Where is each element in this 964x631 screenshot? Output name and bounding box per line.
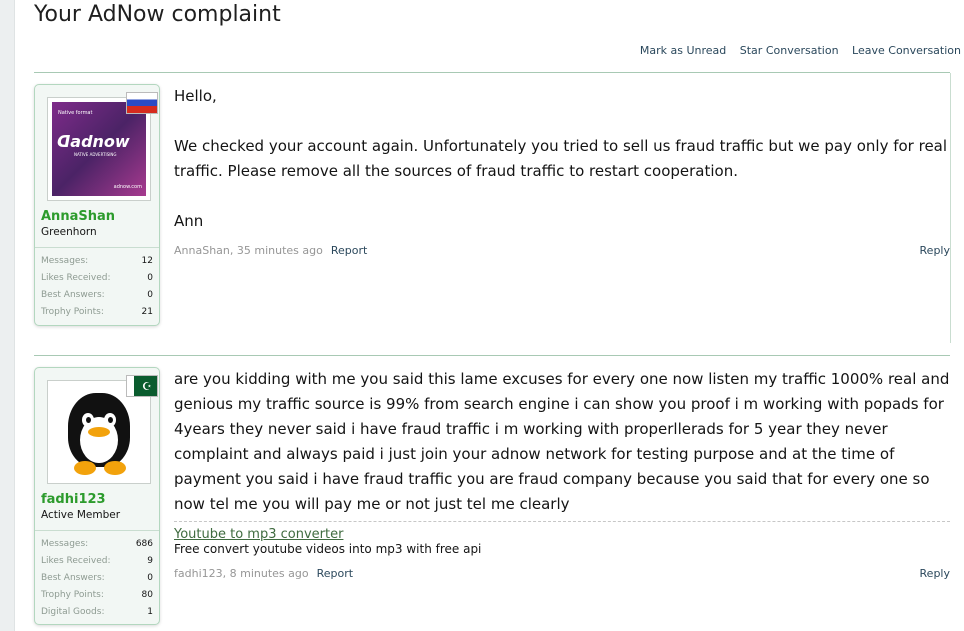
signature-link[interactable]: Youtube to mp3 converter xyxy=(174,527,343,542)
message-paragraph: We checked your account again. Unfortuna… xyxy=(174,137,948,180)
message-author-date[interactable]: fadhi123, 8 minutes ago xyxy=(174,567,309,580)
message-body: Hello, We checked your account again. Un… xyxy=(174,84,950,234)
avatar[interactable]: ☪ xyxy=(47,375,158,484)
message-paragraph: Hello, xyxy=(174,87,217,105)
divider xyxy=(950,73,951,343)
user-info-block: Native format ᗡadnow NATIVE ADVERTISING … xyxy=(34,84,160,326)
stat-row: Best Answers: 0 xyxy=(41,572,153,583)
stat-row: Trophy Points: 21 xyxy=(41,306,153,317)
avatar-caption: Native format xyxy=(58,110,93,116)
stat-row: Messages: 12 xyxy=(41,255,153,266)
message-meta: AnnaShan, 35 minutes ago Report xyxy=(174,244,367,257)
stat-row: Messages: 686 xyxy=(41,538,153,549)
user-stats: Messages: 686 Likes Received: 9 Best Answe… xyxy=(35,530,159,624)
russia-flag-icon xyxy=(126,92,158,114)
divider xyxy=(34,72,950,73)
stat-row: Best Answers: 0 xyxy=(41,289,153,300)
pakistan-flag-icon: ☪ xyxy=(126,375,158,397)
username-link[interactable]: fadhi123 xyxy=(41,492,159,507)
reply-link[interactable]: Reply xyxy=(920,567,950,580)
avatar-logo-text: ᗡadnow xyxy=(57,132,130,151)
report-link[interactable]: Report xyxy=(331,244,367,257)
leave-conversation-link[interactable]: Leave Conversation xyxy=(852,44,961,57)
mark-unread-link[interactable]: Mark as Unread xyxy=(640,44,726,57)
avatar-domain: adnow.com xyxy=(113,184,142,190)
star-conversation-link[interactable]: Star Conversation xyxy=(740,44,839,57)
stat-row: Likes Received: 9 xyxy=(41,555,153,566)
message-paragraph: are you kidding with me you said this la… xyxy=(174,370,950,513)
user-stats: Messages: 12 Likes Received: 0 Best Answer… xyxy=(35,247,159,324)
signature-divider xyxy=(174,521,950,522)
penguin-icon xyxy=(60,387,138,477)
message-author-date[interactable]: AnnaShan, 35 minutes ago xyxy=(174,244,323,257)
message-meta: fadhi123, 8 minutes ago Report xyxy=(174,567,353,580)
avatar[interactable]: Native format ᗡadnow NATIVE ADVERTISING … xyxy=(47,92,158,201)
signature-text: Free convert youtube videos into mp3 wit… xyxy=(174,542,482,556)
user-title: Greenhorn xyxy=(41,226,97,238)
message-body: are you kidding with me you said this la… xyxy=(174,367,950,517)
avatar-tagline: NATIVE ADVERTISING xyxy=(74,152,117,157)
stat-row: Likes Received: 0 xyxy=(41,272,153,283)
report-link[interactable]: Report xyxy=(317,567,353,580)
left-sidebar-strip xyxy=(0,0,15,631)
username-link[interactable]: AnnaShan xyxy=(41,209,159,224)
user-info-block: ☪ fadhi123 Active Member Messages: 686 Li… xyxy=(34,367,160,625)
page-title: Your AdNow complaint xyxy=(34,2,281,27)
conversation-controls: Mark as Unread Star Conversation Leave C… xyxy=(630,44,961,57)
stat-row: Trophy Points: 80 xyxy=(41,589,153,600)
reply-link[interactable]: Reply xyxy=(920,244,950,257)
adnow-logo-avatar: Native format ᗡadnow NATIVE ADVERTISING … xyxy=(52,102,146,196)
divider xyxy=(34,355,950,356)
user-title: Active Member xyxy=(41,509,121,521)
stat-row: Digital Goods: 1 xyxy=(41,606,153,617)
message-paragraph: Ann xyxy=(174,212,204,230)
